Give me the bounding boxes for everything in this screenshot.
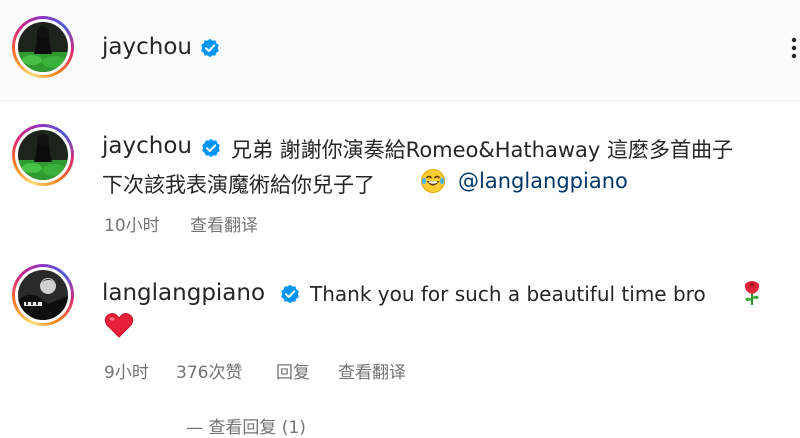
- comment-avatar-ring[interactable]: [12, 124, 74, 186]
- comment-username[interactable]: langlangpiano: [102, 280, 265, 306]
- comment-avatar-ring[interactable]: [12, 264, 74, 326]
- reply-button[interactable]: 回复: [276, 358, 310, 383]
- like-count[interactable]: 376次赞: [176, 358, 242, 383]
- verified-badge-icon: [281, 284, 299, 304]
- red-heart-emoji-icon: [104, 313, 134, 338]
- post-author-username[interactable]: jaychou: [102, 34, 192, 60]
- see-translation-button[interactable]: 查看翻译: [338, 358, 406, 383]
- mention-link[interactable]: @langlangpiano: [458, 169, 628, 193]
- laughing-tears-emoji-icon: [421, 169, 445, 193]
- verified-badge-icon: [202, 138, 220, 158]
- avatar[interactable]: [18, 130, 68, 180]
- rose-emoji-icon: [744, 281, 760, 305]
- comment-timestamp: 10小时: [104, 216, 160, 236]
- comment-text: Thank you for such a beautiful time bro: [310, 282, 706, 306]
- more-options-icon[interactable]: [784, 36, 800, 60]
- header-divider: [0, 100, 800, 101]
- view-replies-button[interactable]: — 查看回复 (1): [186, 413, 306, 438]
- post-header: jaychou: [0, 0, 800, 100]
- comment-timestamp: 9小时: [104, 363, 149, 383]
- see-translation-button[interactable]: 查看翻译: [190, 211, 258, 236]
- avatar-story-ring[interactable]: [12, 16, 74, 78]
- avatar[interactable]: [18, 22, 68, 72]
- comment-text-line1: 兄弟 謝謝你演奏給Romeo&Hathaway 這麼多首曲子: [231, 138, 733, 162]
- comment-text-line2: 下次該我表演魔術給你兒子了: [102, 173, 375, 197]
- avatar[interactable]: [18, 270, 68, 320]
- comment-username[interactable]: jaychou: [102, 133, 192, 159]
- verified-badge-icon: [201, 38, 219, 58]
